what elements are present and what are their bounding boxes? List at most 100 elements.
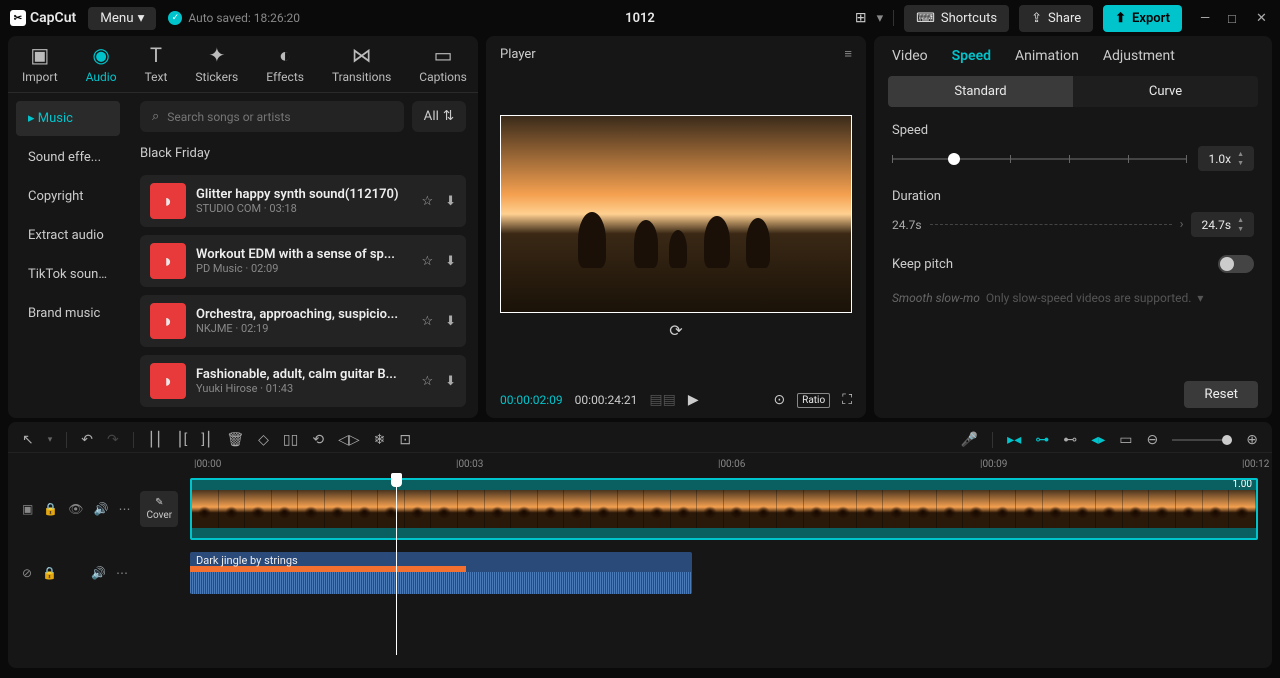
playhead[interactable] [396, 475, 397, 655]
speed-value[interactable]: 1.0x▲▼ [1198, 146, 1254, 171]
group-tool[interactable]: ▯▯ [283, 432, 298, 448]
refresh-icon[interactable]: ⟳ [669, 321, 682, 340]
play-button[interactable]: ▶ [688, 392, 699, 408]
more-icon[interactable]: ⋯ [116, 566, 128, 580]
filter-button[interactable]: All ⇅ [412, 101, 466, 132]
text-icon: T [150, 44, 162, 66]
chain-tool[interactable]: ⊷ [1063, 432, 1077, 448]
sidebar-item-brand-music[interactable]: Brand music [16, 296, 120, 331]
mic-icon[interactable]: 🎤 [961, 432, 978, 448]
speaker-icon[interactable]: 🔊 [94, 502, 109, 516]
search-box[interactable]: ⌕ [140, 101, 404, 132]
search-input[interactable] [167, 110, 391, 124]
redo-button[interactable]: ↷ [107, 432, 119, 448]
split-tool[interactable]: ⎮⎮ [148, 432, 163, 448]
tab-import[interactable]: ▣Import [22, 44, 58, 84]
cover-button[interactable]: ✎Cover [140, 491, 178, 527]
speed-subtab-standard[interactable]: Standard [888, 76, 1073, 107]
audio-icon: ◉ [92, 44, 109, 66]
project-title[interactable]: 1012 [625, 11, 655, 26]
track-item[interactable]: ◗ Glitter happy synth sound(112170) STUD… [140, 175, 466, 227]
download-icon[interactable]: ⬇ [445, 194, 456, 209]
zoom-in-button[interactable]: ⊕ [1246, 432, 1258, 448]
preview-tool[interactable]: ◂▸ [1091, 432, 1105, 448]
sidebar-item-tiktok-sounds[interactable]: TikTok soun... [16, 257, 120, 292]
undo-button[interactable]: ↶ [81, 432, 93, 448]
trim-left-tool[interactable]: ⎮[ [176, 432, 187, 448]
reset-button[interactable]: Reset [1184, 381, 1258, 408]
tab-audio[interactable]: ◉Audio [86, 44, 117, 84]
sidebar-item-sound-effects[interactable]: Sound effe... [16, 140, 120, 175]
favorite-icon[interactable]: ☆ [421, 254, 433, 269]
compare-icon[interactable]: ▤▤ [649, 392, 675, 408]
favorite-icon[interactable]: ☆ [421, 374, 433, 389]
share-icon: ⇪ [1031, 11, 1042, 26]
track-item[interactable]: ◗ Fashionable, adult, calm guitar B... Y… [140, 355, 466, 407]
zoom-slider[interactable] [1172, 439, 1232, 441]
link-tool[interactable]: ⊶ [1035, 432, 1049, 448]
ratio-button[interactable]: Ratio [797, 393, 830, 408]
snap-tool[interactable]: ▸◂ [1007, 432, 1021, 448]
marker-tool[interactable]: ◇ [258, 432, 269, 448]
download-icon[interactable]: ⬇ [445, 374, 456, 389]
freeze-tool[interactable]: ❄ [374, 432, 386, 448]
inspector-tab-speed[interactable]: Speed [952, 48, 991, 64]
delete-tool[interactable]: 🗑 [226, 432, 244, 448]
favorite-icon[interactable]: ☆ [421, 314, 433, 329]
crop-tool[interactable]: ⊡ [399, 432, 411, 448]
timeline-ruler[interactable]: |00:00 |00:03 |00:06 |00:09 |00:12 [8, 453, 1272, 475]
tab-transitions[interactable]: ⋈Transitions [332, 44, 391, 84]
eye-icon[interactable]: 👁 [68, 502, 83, 516]
track-item[interactable]: ◗ Workout EDM with a sense of sp... PD M… [140, 235, 466, 287]
audio-clip[interactable]: Dark jingle by strings [190, 552, 692, 594]
player-preview[interactable] [500, 115, 852, 313]
stepper-icon[interactable]: ▲▼ [1237, 216, 1244, 233]
player-menu-icon[interactable]: ≡ [844, 46, 852, 62]
speaker-icon[interactable]: 🔊 [91, 566, 106, 580]
focus-icon[interactable]: ⊙ [773, 392, 785, 408]
sidebar-item-copyright[interactable]: Copyright [16, 179, 120, 214]
lock-icon[interactable]: 🔒 [42, 566, 57, 580]
minimize-button[interactable]: — [1200, 11, 1214, 25]
track-toggle-icon[interactable]: ▣ [22, 502, 33, 516]
track-title: Workout EDM with a sense of sp... [196, 247, 411, 262]
download-icon[interactable]: ⬇ [445, 254, 456, 269]
sidebar-item-extract-audio[interactable]: Extract audio [16, 218, 120, 253]
inspector-tab-video[interactable]: Video [892, 48, 928, 64]
tab-stickers[interactable]: ✦Stickers [195, 44, 238, 84]
app-name: CapCut [30, 10, 76, 26]
mirror-tool[interactable]: ◁▷ [338, 432, 360, 448]
speed-subtab-curve[interactable]: Curve [1073, 76, 1258, 107]
favorite-icon[interactable]: ☆ [421, 194, 433, 209]
tab-captions[interactable]: ▭Captions [419, 44, 467, 84]
track-toggle-icon[interactable]: ⊘ [22, 566, 32, 580]
export-button[interactable]: ⬆Export [1103, 5, 1182, 32]
audio-sidebar: ▸ Music Sound effe... Copyright Extract … [8, 93, 128, 418]
sidebar-item-music[interactable]: ▸ Music [16, 101, 120, 136]
mute-tool[interactable]: ▭ [1119, 432, 1132, 448]
share-button[interactable]: ⇪Share [1019, 5, 1093, 32]
track-item[interactable]: ◗ Orchestra, approaching, suspicio... NK… [140, 295, 466, 347]
speed-slider[interactable] [892, 158, 1186, 160]
shortcuts-button[interactable]: ⌨Shortcuts [904, 5, 1009, 32]
duration-value[interactable]: 24.7s▲▼ [1191, 212, 1254, 237]
inspector-tab-animation[interactable]: Animation [1015, 48, 1079, 64]
tab-text[interactable]: TText [145, 44, 168, 84]
close-button[interactable]: ✕ [1256, 11, 1270, 25]
zoom-out-button[interactable]: ⊖ [1147, 432, 1159, 448]
download-icon[interactable]: ⬇ [445, 314, 456, 329]
pointer-tool[interactable]: ↖ [22, 432, 34, 448]
stepper-icon[interactable]: ▲▼ [1237, 150, 1244, 167]
keep-pitch-toggle[interactable] [1218, 255, 1254, 273]
video-clip[interactable]: 1.00 [190, 478, 1258, 540]
more-icon[interactable]: ⋯ [118, 502, 130, 516]
lock-icon[interactable]: 🔒 [43, 502, 58, 516]
inspector-tab-adjustment[interactable]: Adjustment [1103, 48, 1175, 64]
rotate-tool[interactable]: ⟲ [312, 432, 324, 448]
maximize-button[interactable]: □ [1228, 11, 1242, 25]
layout-icon[interactable]: ⊞ [855, 10, 867, 26]
tab-effects[interactable]: ◐Effects [266, 44, 304, 84]
trim-right-tool[interactable]: ]⎮ [201, 432, 212, 448]
menu-button[interactable]: Menu▾ [88, 7, 156, 30]
fullscreen-icon[interactable]: ⛶ [842, 392, 852, 408]
